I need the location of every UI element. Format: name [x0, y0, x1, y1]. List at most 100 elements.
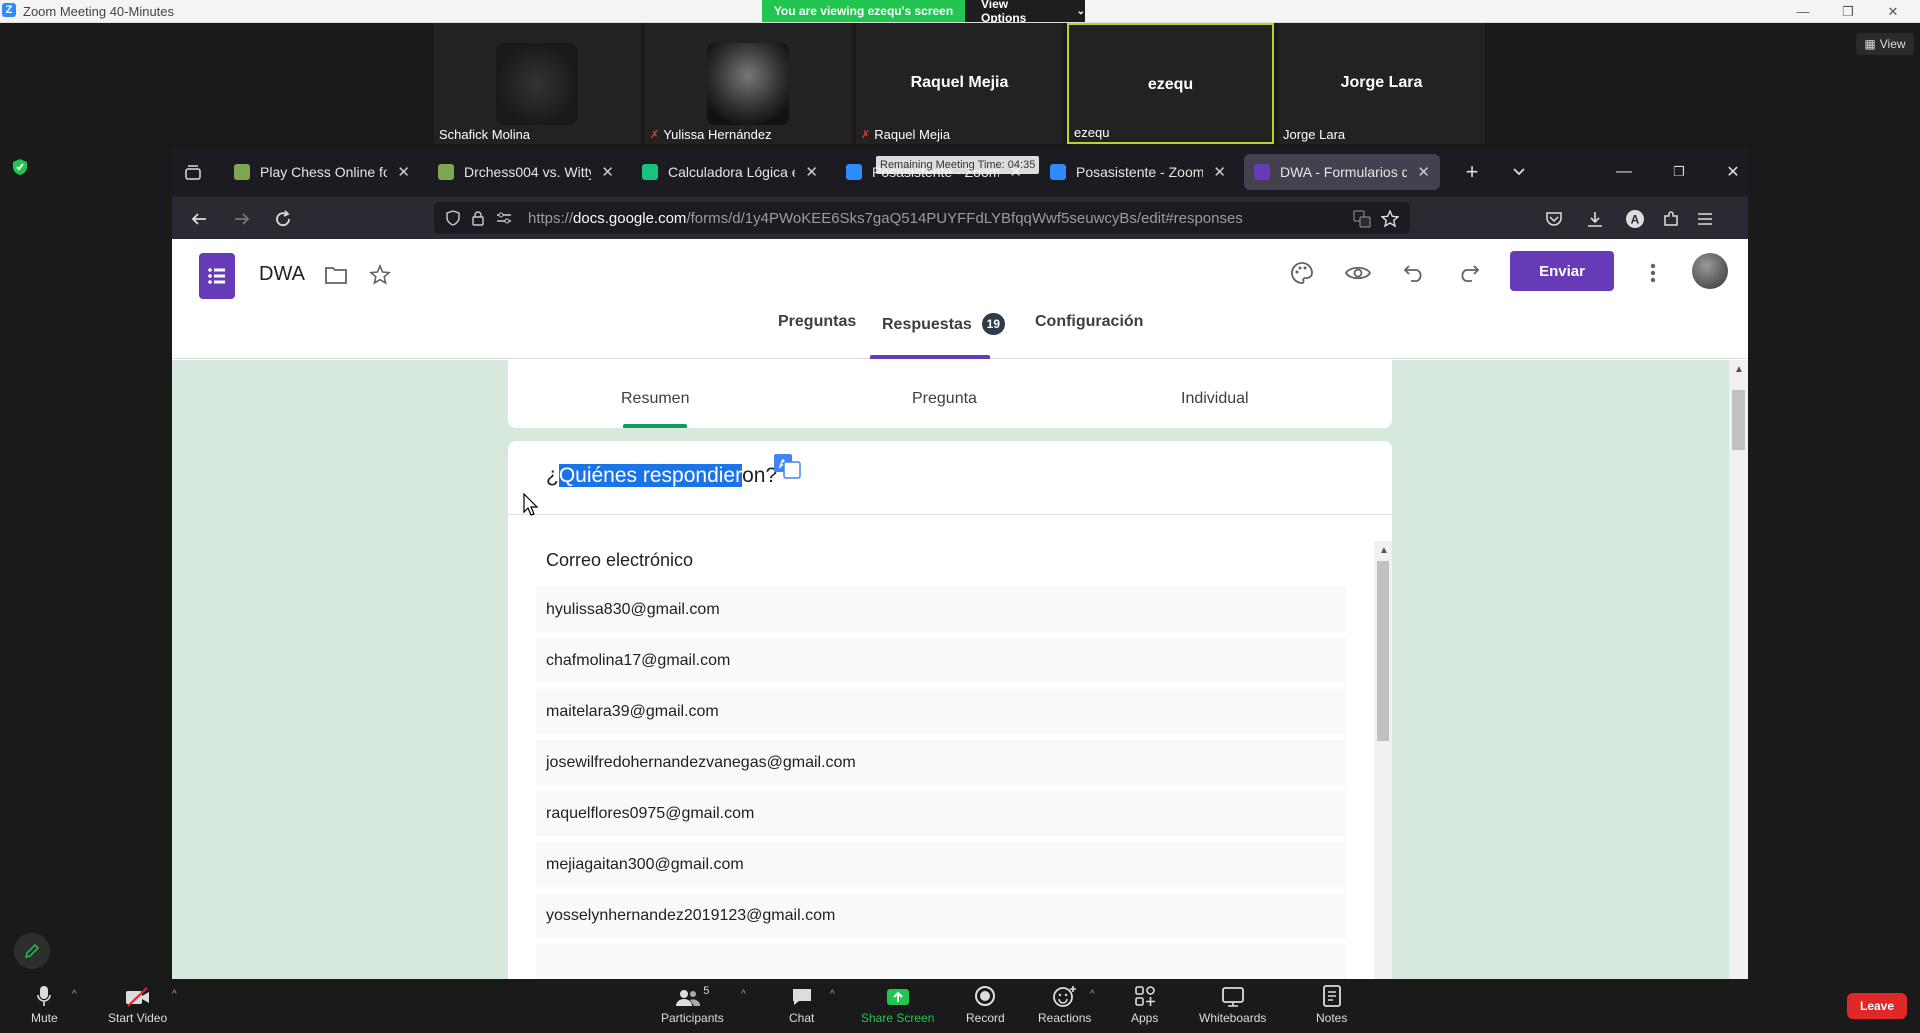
subtab-summary[interactable]: Resumen — [621, 390, 689, 408]
reactions-options-caret-icon[interactable]: ^ — [1090, 989, 1095, 1000]
more-options-vertical-icon[interactable] — [1639, 259, 1667, 287]
leave-meeting-button[interactable]: Leave — [1847, 993, 1907, 1019]
bookmark-star-icon[interactable] — [1379, 208, 1401, 230]
minimize-browser-icon[interactable]: — — [1613, 161, 1635, 183]
tab-responses[interactable]: Respuestas 19 — [882, 313, 1005, 335]
responses-count-badge: 19 — [981, 313, 1005, 335]
account-icon[interactable]: A — [1624, 208, 1646, 230]
browser-tab[interactable]: Drchess004 vs. WittySa ✕ — [428, 154, 624, 190]
apps-button[interactable]: Apps — [1131, 985, 1158, 1025]
downloads-icon[interactable] — [1584, 208, 1606, 230]
video-options-caret-icon[interactable]: ^ — [172, 989, 177, 1000]
forward-arrow-icon[interactable] — [231, 208, 253, 230]
hamburger-menu-icon[interactable] — [1694, 208, 1716, 230]
subtab-individual[interactable]: Individual — [1181, 390, 1249, 408]
tab-questions[interactable]: Preguntas — [778, 313, 856, 331]
google-forms-logo-icon[interactable] — [199, 253, 235, 299]
preview-eye-icon[interactable] — [1344, 259, 1372, 287]
user-avatar[interactable] — [1692, 253, 1728, 289]
new-tab-plus-icon[interactable]: + — [1461, 159, 1483, 184]
microphone-icon — [37, 985, 52, 1007]
scroll-thumb[interactable] — [1377, 561, 1389, 741]
annotate-pencil-button[interactable] — [14, 933, 50, 969]
participant-display-name: ezequ — [1147, 76, 1194, 93]
back-arrow-icon[interactable] — [188, 208, 210, 230]
card-question-title: ¿Quiénes respondieron? — [546, 464, 778, 487]
record-button[interactable]: Record — [966, 985, 1005, 1025]
participants-options-caret-icon[interactable]: ^ — [741, 989, 746, 1000]
close-browser-icon[interactable]: ✕ — [1722, 161, 1744, 183]
restore-window-button[interactable]: ❐ — [1825, 0, 1871, 23]
scroll-up-arrow-icon[interactable]: ▲ — [1379, 545, 1389, 556]
share-screen-button[interactable]: Share Screen — [861, 985, 934, 1025]
whiteboards-button[interactable]: Whiteboards — [1199, 985, 1266, 1025]
close-tab-icon[interactable]: ✕ — [1213, 163, 1226, 181]
site-permissions-icon[interactable] — [496, 212, 512, 224]
chat-options-caret-icon[interactable]: ^ — [830, 989, 835, 1000]
minimize-window-button[interactable]: — — [1780, 0, 1826, 23]
notes-button[interactable]: Notes — [1316, 985, 1347, 1025]
customize-theme-palette-icon[interactable] — [1288, 259, 1316, 287]
tab-overview-icon[interactable] — [182, 161, 204, 183]
mute-button[interactable]: Mute — [31, 985, 58, 1025]
participant-display-name: Raquel Mejia — [910, 74, 1009, 91]
browser-tab[interactable]: Play Chess Online for F ✕ — [224, 154, 420, 190]
address-bar[interactable]: https://docs.google.com/forms/d/1y4PWoKE… — [434, 202, 1410, 234]
grid-icon: ▦ — [1864, 37, 1876, 51]
view-layout-button[interactable]: ▦ View — [1856, 33, 1914, 55]
participant-tile[interactable]: Schafick Molina — [434, 23, 641, 144]
reactions-button[interactable]: Reactions — [1038, 985, 1091, 1025]
close-tab-icon[interactable]: ✕ — [805, 163, 818, 181]
participant-name: Schafick Molina — [439, 127, 531, 142]
scroll-up-arrow-icon[interactable]: ▲ — [1734, 364, 1744, 375]
close-tab-icon[interactable]: ✕ — [397, 163, 410, 181]
apps-icon — [1134, 985, 1156, 1007]
send-button[interactable]: Enviar — [1510, 251, 1614, 291]
chess-favicon-icon — [438, 164, 454, 180]
folder-icon[interactable] — [322, 261, 350, 289]
close-window-button[interactable]: ✕ — [1870, 0, 1916, 23]
view-options-button[interactable]: View Options ⌄ — [965, 0, 1085, 25]
translate-selection-icon[interactable]: A — [773, 453, 801, 479]
scroll-thumb[interactable] — [1732, 390, 1745, 450]
participant-tile[interactable]: Jorge Lara Jorge Lara — [1278, 23, 1485, 144]
tab-settings[interactable]: Configuración — [1035, 313, 1143, 331]
translate-page-icon[interactable] — [1351, 208, 1373, 230]
participant-tile-active-speaker[interactable]: ezequ ezequ — [1067, 23, 1274, 144]
page-scrollbar[interactable]: ▲ — [1729, 360, 1748, 979]
reload-icon[interactable] — [272, 208, 294, 230]
close-tab-icon[interactable]: ✕ — [1417, 163, 1430, 181]
star-icon[interactable] — [366, 261, 394, 289]
responses-subtabs-card: Resumen Pregunta Individual — [508, 360, 1392, 428]
list-tabs-chevron-icon[interactable] — [1508, 161, 1530, 183]
browser-tab-active[interactable]: DWA - Formularios de ✕ — [1244, 154, 1440, 190]
tracking-shield-icon[interactable] — [446, 210, 460, 226]
notes-icon — [1322, 985, 1341, 1007]
extensions-puzzle-icon[interactable] — [1660, 208, 1682, 230]
undo-icon[interactable] — [1400, 259, 1428, 287]
remaining-time-overlay: Remaining Meeting Time: 04:35 — [876, 156, 1040, 174]
email-list-scrollbar[interactable]: ▲ — [1374, 541, 1392, 979]
document-title[interactable]: DWA — [259, 263, 305, 286]
chatgpt-favicon-icon — [642, 164, 658, 180]
chat-button[interactable]: Chat — [789, 985, 814, 1025]
browser-tab[interactable]: Posasistente - Zoom ✕ — [1040, 154, 1236, 190]
close-tab-icon[interactable]: ✕ — [601, 163, 614, 181]
email-row: yosselynhernandez2019123@gmail.com — [536, 893, 1346, 938]
lock-icon[interactable] — [472, 210, 484, 226]
mute-options-caret-icon[interactable]: ^ — [72, 989, 77, 1000]
view-layout-label: View — [1879, 37, 1906, 51]
participant-tile[interactable]: Raquel Mejia ✗ Raquel Mejia — [856, 23, 1063, 144]
participant-name: ezequ — [1074, 125, 1110, 140]
participants-button[interactable]: 5 Participants — [661, 985, 724, 1025]
start-video-button[interactable]: Start Video — [108, 985, 167, 1025]
redo-icon[interactable] — [1455, 259, 1483, 287]
participant-tile[interactable]: ✗ Yulissa Hernández — [645, 23, 852, 144]
window-title: Zoom Meeting 40-Minutes — [23, 4, 175, 19]
mouse-cursor-icon — [523, 493, 539, 517]
pocket-icon[interactable] — [1543, 208, 1565, 230]
subtab-question[interactable]: Pregunta — [912, 390, 977, 408]
restore-browser-icon[interactable]: ❐ — [1668, 161, 1690, 183]
browser-tab[interactable]: Calculadora Lógica en ✕ — [632, 154, 828, 190]
mic-muted-icon: ✗ — [861, 129, 871, 141]
